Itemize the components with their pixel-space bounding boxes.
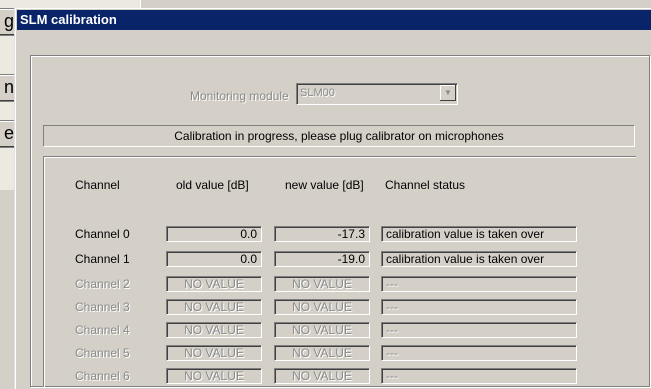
header-new-value: new value [dB] <box>285 178 364 192</box>
channel-status-field[interactable]: calibration value is taken over <box>381 226 577 242</box>
header-channel-status: Channel status <box>385 178 466 192</box>
channel-label: Channel 1 <box>75 252 130 266</box>
channel-status-field[interactable]: calibration value is taken over <box>381 251 577 267</box>
channel-label: Channel 4 <box>75 323 130 337</box>
channel-status-field[interactable]: --- <box>381 322 577 338</box>
monitoring-module-value: SLM00 <box>300 87 335 99</box>
channel-label: Channel 3 <box>75 300 130 314</box>
new-value-field[interactable]: NO VALUE <box>274 345 370 361</box>
old-value-field[interactable]: NO VALUE <box>166 299 262 315</box>
calibration-status-message: Calibration in progress, please plug cal… <box>43 125 635 147</box>
header-channel: Channel <box>75 178 120 192</box>
chevron-down-icon[interactable]: ▼ <box>440 85 456 101</box>
old-value-field[interactable]: 0.0 <box>166 226 262 242</box>
channel-label: Channel 0 <box>75 227 130 241</box>
channel-status-field[interactable]: --- <box>381 368 577 384</box>
channel-status-field[interactable]: --- <box>381 299 577 315</box>
channel-status-field[interactable]: --- <box>381 276 577 292</box>
old-value-field[interactable]: NO VALUE <box>166 276 262 292</box>
channel-label: Channel 2 <box>75 277 130 291</box>
old-value-field[interactable]: 0.0 <box>166 251 262 267</box>
old-value-field[interactable]: NO VALUE <box>166 368 262 384</box>
header-old-value: old value [dB] <box>176 178 249 192</box>
new-value-field[interactable]: NO VALUE <box>274 276 370 292</box>
dialog-title[interactable]: SLM calibration <box>17 10 651 30</box>
new-value-field[interactable]: -19.0 <box>274 251 370 267</box>
old-value-field[interactable]: NO VALUE <box>166 345 262 361</box>
new-value-field[interactable]: NO VALUE <box>274 299 370 315</box>
old-value-field[interactable]: NO VALUE <box>166 322 262 338</box>
channel-status-field[interactable]: --- <box>381 345 577 361</box>
channel-label: Channel 6 <box>75 369 130 383</box>
new-value-field[interactable]: -17.3 <box>274 226 370 242</box>
monitoring-module-select[interactable]: SLM00 ▼ <box>296 83 458 105</box>
monitoring-module-label: Monitoring module <box>190 89 289 103</box>
new-value-field[interactable]: NO VALUE <box>274 368 370 384</box>
new-value-field[interactable]: NO VALUE <box>274 322 370 338</box>
channel-label: Channel 5 <box>75 346 130 360</box>
